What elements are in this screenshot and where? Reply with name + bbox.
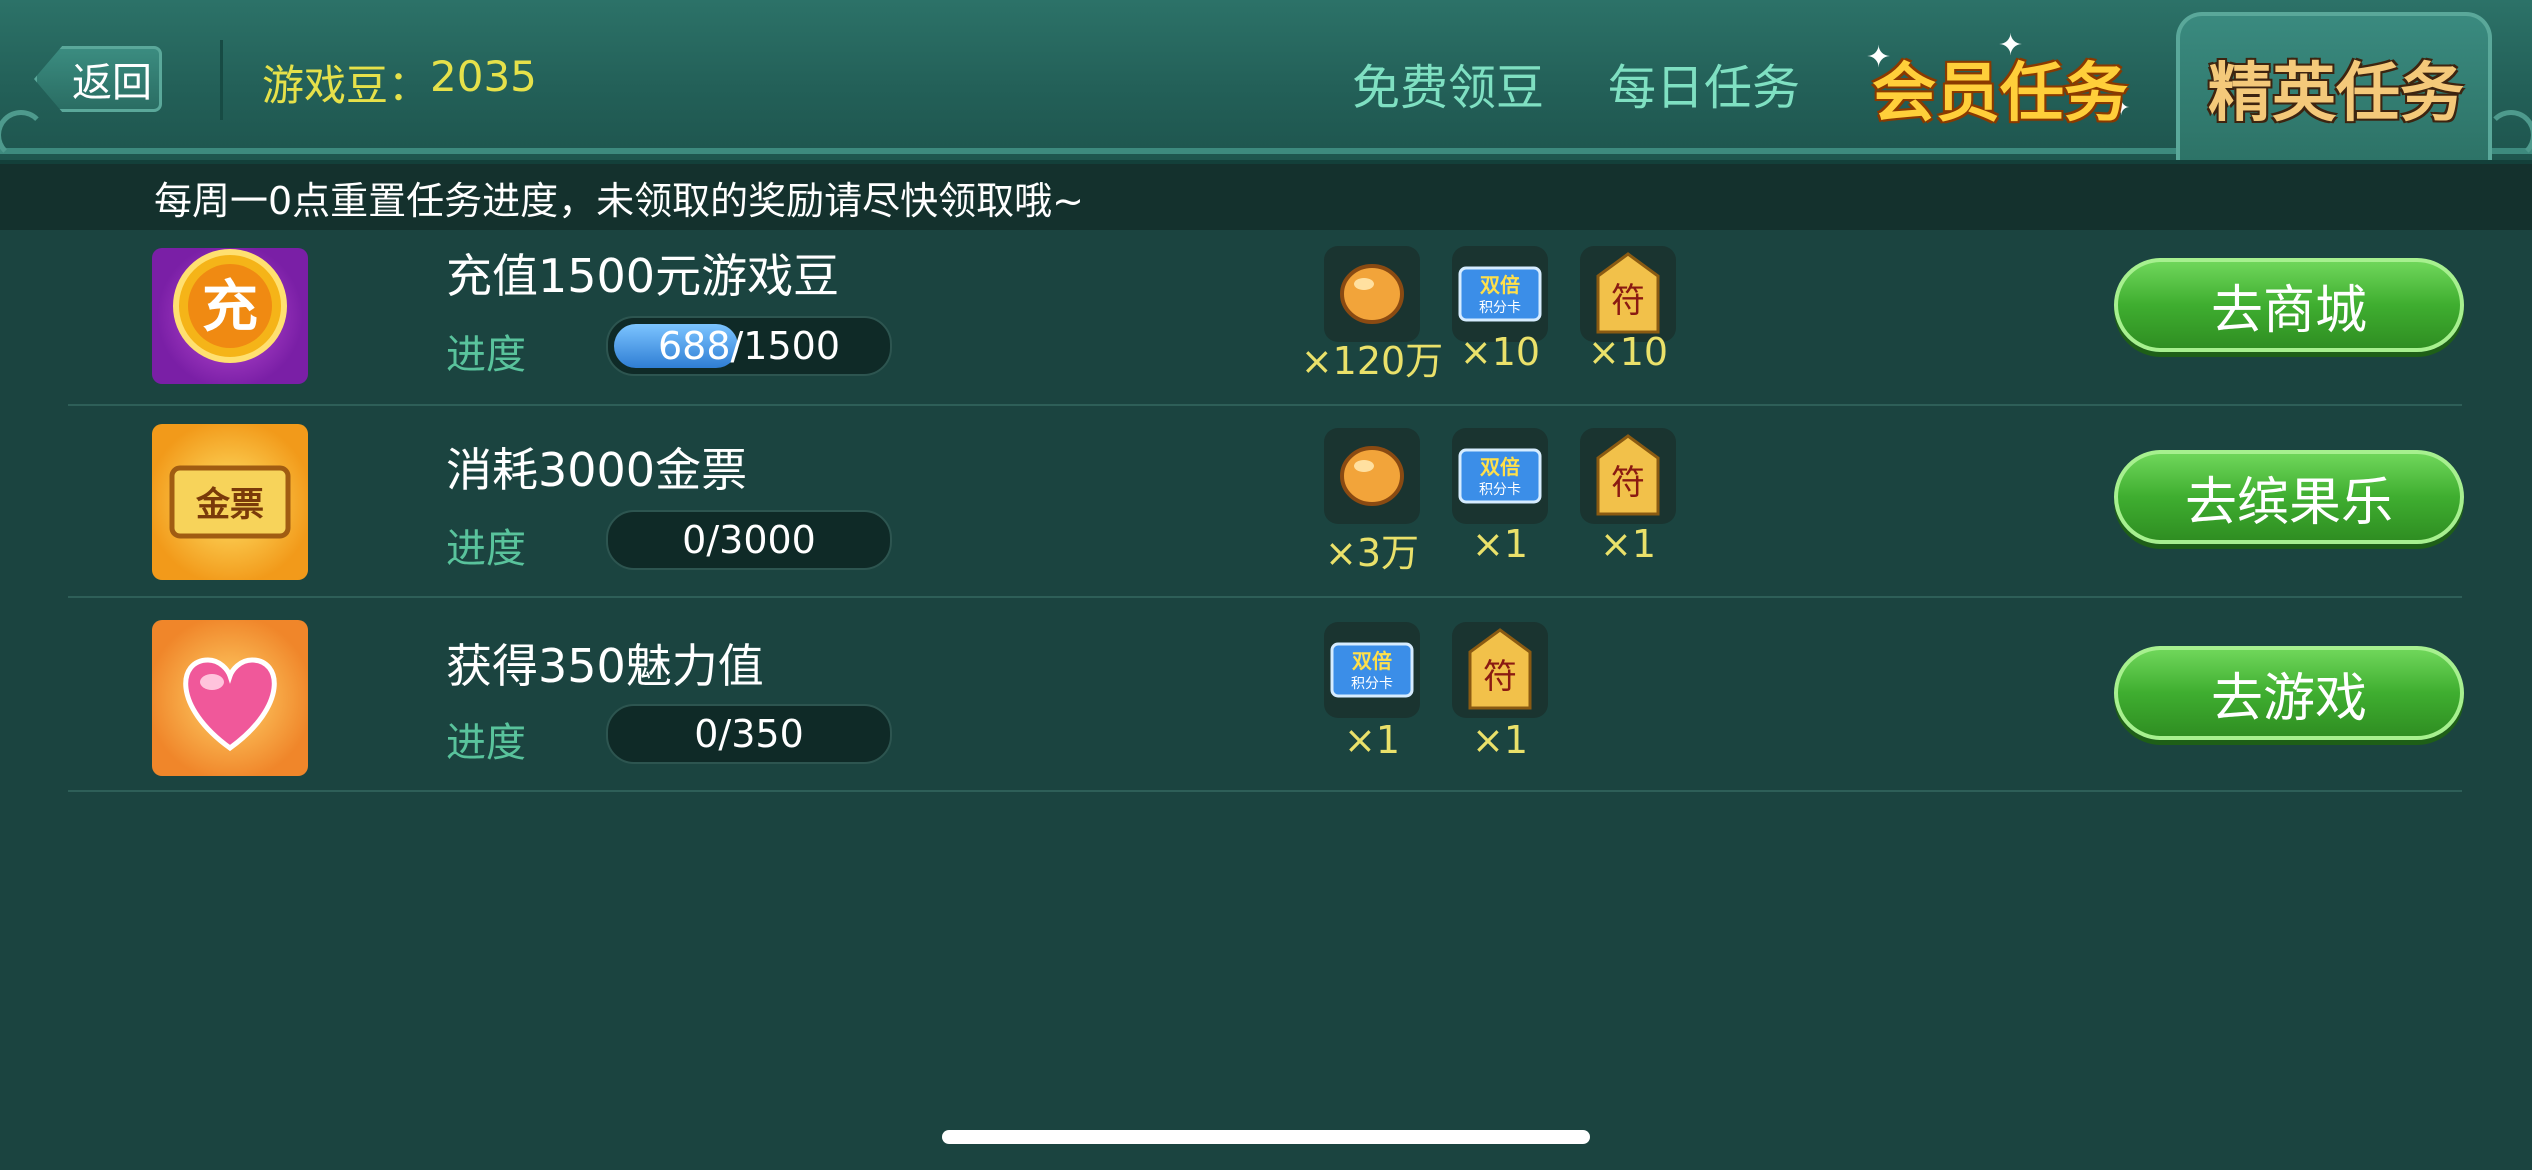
- svg-text:符: 符: [1611, 463, 1645, 503]
- bean-icon: [1324, 246, 1420, 342]
- go-to-bingo-button[interactable]: 去缤果乐: [2114, 450, 2464, 544]
- progress-value: 0/3000: [682, 518, 816, 562]
- bean-balance: 游戏豆： 2035: [262, 52, 537, 113]
- tab-daily-tasks[interactable]: 每日任务: [1608, 48, 1800, 118]
- corner-ornament-right: [2486, 110, 2532, 160]
- task-title: 充值1500元游戏豆: [446, 249, 840, 303]
- svg-text:金票: 金票: [195, 485, 264, 525]
- reward-quantity: ×10: [1587, 330, 1669, 374]
- recharge-coin-icon: 充: [152, 248, 308, 384]
- task-title: 获得350魅力值: [446, 639, 764, 693]
- progress-bar: 688/1500: [606, 316, 892, 376]
- svg-text:积分卡: 积分卡: [1479, 300, 1521, 316]
- talisman-icon: 符: [1580, 246, 1676, 342]
- progress-bar: 0/3000: [606, 510, 892, 570]
- svg-text:双倍: 双倍: [1480, 455, 1520, 479]
- svg-text:积分卡: 积分卡: [1479, 482, 1521, 498]
- double-points-card-icon: 双倍 积分卡: [1324, 622, 1420, 718]
- task-row: 获得350魅力值 进度 0/350 双倍 积分卡 ×1 符 ×1 去游戏: [68, 596, 2464, 792]
- talisman-icon: 符: [1580, 428, 1676, 524]
- svg-text:积分卡: 积分卡: [1351, 676, 1393, 692]
- go-to-game-button[interactable]: 去游戏: [2114, 646, 2464, 740]
- progress-bar: 0/350: [606, 704, 892, 764]
- bean-balance-label: 游戏豆：: [262, 61, 431, 110]
- header-divider: [0, 148, 2532, 154]
- task-title: 消耗3000金票: [446, 443, 748, 497]
- home-indicator[interactable]: [942, 1130, 1590, 1144]
- progress-label: 进度: [446, 720, 526, 766]
- reward-quantity: ×1: [1471, 718, 1529, 762]
- tab-free-beans[interactable]: 免费领豆: [1352, 48, 1544, 118]
- double-points-card-icon: 双倍 积分卡: [1452, 428, 1548, 524]
- double-points-card-icon: 双倍 积分卡: [1452, 246, 1548, 342]
- svg-text:双倍: 双倍: [1480, 273, 1520, 297]
- task-row: 充 充值1500元游戏豆 进度 688/1500 ×120万 双倍 积分卡 ×1…: [68, 210, 2464, 406]
- svg-text:符: 符: [1483, 657, 1517, 697]
- progress-label: 进度: [446, 332, 526, 378]
- gold-ticket-icon: 金票: [152, 424, 308, 580]
- bean-icon: [1324, 428, 1420, 524]
- back-button[interactable]: 返回: [34, 46, 162, 112]
- top-bar: 返回 游戏豆： 2035 免费领豆 每日任务 ✦ ✦ ✦ 会员任务 精英任务: [0, 0, 2532, 164]
- reward-quantity: ×1: [1599, 522, 1657, 566]
- progress-value: 0/350: [694, 712, 804, 756]
- talisman-icon: 符: [1452, 622, 1548, 718]
- heart-icon: [152, 620, 308, 776]
- header-separator: [220, 40, 223, 120]
- tab-vip-tasks[interactable]: 会员任务: [1872, 42, 2128, 134]
- progress-value: 688/1500: [657, 324, 841, 368]
- svg-text:符: 符: [1611, 281, 1645, 321]
- bean-balance-value: 2035: [430, 52, 537, 101]
- go-to-shop-button[interactable]: 去商城: [2114, 258, 2464, 352]
- svg-text:充: 充: [202, 275, 258, 340]
- tab-elite-tasks[interactable]: 精英任务: [2208, 42, 2464, 134]
- svg-text:双倍: 双倍: [1352, 649, 1392, 673]
- progress-label: 进度: [446, 526, 526, 572]
- task-row: 金票 消耗3000金票 进度 0/3000 ×3万 双倍 积分卡 ×1 符 ×1…: [68, 402, 2464, 598]
